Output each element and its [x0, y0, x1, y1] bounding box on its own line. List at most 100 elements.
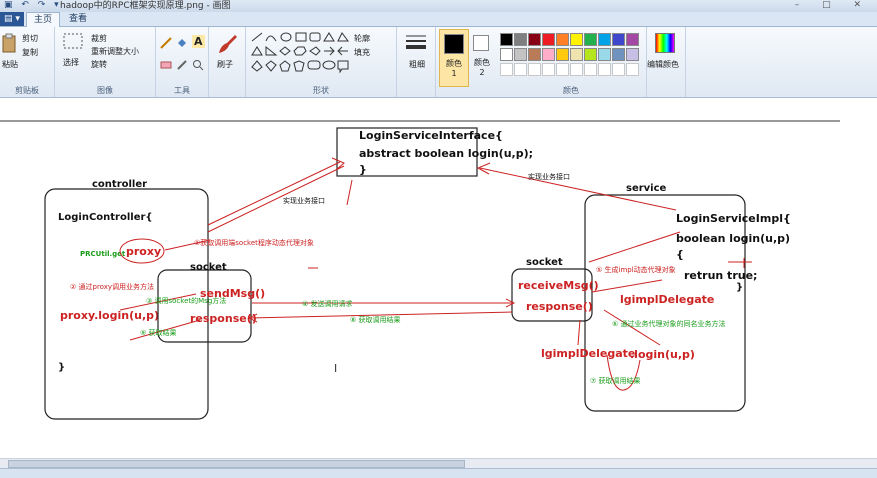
scrollbar-thumb[interactable]: [8, 460, 465, 468]
annotation-2: ② 通过proxy调用业务方法: [70, 282, 154, 291]
service-close-brace: }: [736, 282, 743, 293]
color1-label: 颜色 1: [446, 59, 462, 78]
size-label[interactable]: 粗细: [409, 59, 425, 70]
controller-title: controller: [92, 179, 147, 190]
annotation-4: ④ 发送调用请求: [302, 299, 353, 308]
custom-color-slot[interactable]: [598, 63, 611, 76]
custom-color-slot[interactable]: [528, 63, 541, 76]
color-swatch[interactable]: [598, 33, 611, 46]
custom-color-slot[interactable]: [570, 63, 583, 76]
color-swatch[interactable]: [514, 33, 527, 46]
color-swatch[interactable]: [542, 48, 555, 61]
rotate-button[interactable]: 旋转: [91, 59, 107, 70]
copy-button[interactable]: 复制: [22, 47, 38, 58]
interface-line2: abstract boolean login(u,p);: [359, 147, 533, 160]
interface-line1: LoginServiceInterface{: [359, 129, 503, 142]
size-lines-icon[interactable]: [405, 33, 427, 53]
receive-msg-text: receiveMsg(): [518, 279, 599, 292]
service-title: service: [626, 183, 667, 194]
brushes-label[interactable]: 刷子: [217, 59, 233, 70]
custom-color-slot[interactable]: [556, 63, 569, 76]
impl-label-left: 实现业务接口: [283, 196, 325, 205]
paste-icon[interactable]: [2, 33, 16, 55]
resize-button[interactable]: 重新调整大小: [91, 46, 139, 57]
proxy-text: proxy: [126, 245, 161, 258]
window-controls[interactable]: – □ ✕: [795, 0, 871, 10]
color-swatch[interactable]: [626, 33, 639, 46]
color-swatch[interactable]: [612, 48, 625, 61]
tab-view[interactable]: 查看: [62, 12, 94, 26]
crop-button[interactable]: 裁剪: [91, 33, 107, 44]
color-swatch[interactable]: [584, 33, 597, 46]
color-swatch[interactable]: [626, 48, 639, 61]
fill-icon[interactable]: [176, 37, 188, 49]
group-palette: 颜色: [496, 27, 647, 97]
fill-dropdown[interactable]: 填充: [354, 47, 370, 58]
color-swatch[interactable]: [556, 33, 569, 46]
response-right-text: response(): [526, 300, 593, 313]
color-picker-icon[interactable]: [176, 59, 188, 71]
tab-home[interactable]: 主页: [26, 12, 61, 27]
color-swatch[interactable]: [584, 48, 597, 61]
ribbon: 粘贴 剪切 复制 剪贴板 选择 裁剪 重新调整大小 旋转 图像 A 工具 刷子: [0, 27, 877, 98]
select-label[interactable]: 选择: [63, 57, 79, 68]
custom-color-slot[interactable]: [500, 63, 513, 76]
drawing-canvas[interactable]: LoginServiceInterface{ abstract boolean …: [0, 98, 877, 458]
horizontal-scrollbar[interactable]: [0, 458, 877, 468]
controller-close-brace: }: [58, 362, 65, 373]
color-swatch[interactable]: [514, 48, 527, 61]
color-swatch[interactable]: [528, 48, 541, 61]
annotation-8: ⑧ 获取调用结果: [350, 315, 401, 324]
custom-color-slot[interactable]: [626, 63, 639, 76]
group-label-tools: 工具: [174, 86, 190, 95]
window-title: hadoop中的RPC框架实现原理.png - 画图: [60, 1, 231, 11]
custom-color-slot[interactable]: [584, 63, 597, 76]
color-swatch[interactable]: [570, 33, 583, 46]
brush-icon[interactable]: [215, 33, 239, 55]
group-clipboard: 粘贴 剪切 复制 剪贴板: [0, 27, 55, 97]
color-swatch[interactable]: [556, 48, 569, 61]
group-size: 粗细: [397, 27, 436, 97]
service-method-text: boolean login(u,p): [676, 232, 790, 245]
annotation-7: ⑦ 获取调用结果: [590, 376, 641, 385]
quick-access-toolbar[interactable]: ▣ ↶ ↷ ▾: [4, 0, 62, 10]
magnifier-icon[interactable]: [192, 59, 204, 71]
pencil-icon[interactable]: [160, 37, 172, 49]
color-swatch[interactable]: [612, 33, 625, 46]
diagram-svg: LoginServiceInterface{ abstract boolean …: [0, 120, 840, 420]
custom-color-slot[interactable]: [612, 63, 625, 76]
cut-button[interactable]: 剪切: [22, 33, 38, 44]
interface-line3: }: [359, 163, 367, 176]
group-active-colors: 颜色 1 颜色 2: [436, 27, 496, 97]
eraser-icon[interactable]: [160, 59, 172, 71]
group-brushes: 刷子: [209, 27, 246, 97]
file-menu-button[interactable]: ▤ ▾: [0, 12, 24, 26]
outline-dropdown[interactable]: 轮廓: [354, 33, 370, 44]
color-swatch[interactable]: [500, 48, 513, 61]
color1-swatch: [444, 34, 464, 54]
text-tool-icon[interactable]: A: [192, 35, 205, 48]
shapes-gallery-icon[interactable]: [250, 31, 350, 73]
color-swatch[interactable]: [598, 48, 611, 61]
color2-selector[interactable]: 颜色 2: [470, 29, 494, 85]
color-swatch[interactable]: [542, 33, 555, 46]
select-icon[interactable]: [63, 33, 83, 49]
delegate-text-2: lgimplDelegate: [541, 347, 635, 360]
group-tools: A 工具: [156, 27, 209, 97]
color1-selector[interactable]: 颜色 1: [439, 29, 469, 87]
color-swatch[interactable]: [528, 33, 541, 46]
custom-color-slot[interactable]: [514, 63, 527, 76]
paste-label[interactable]: 粘贴: [2, 59, 18, 70]
color2-swatch: [473, 35, 489, 51]
custom-color-slot[interactable]: [542, 63, 555, 76]
edit-colors-icon[interactable]: [655, 33, 675, 53]
annotation-9: ⑨ 获取结果: [140, 328, 177, 337]
color-swatch[interactable]: [570, 48, 583, 61]
group-label-colors: 颜色: [563, 86, 579, 95]
proxy-call-text: proxy.login(u,p): [60, 309, 159, 322]
color-swatch[interactable]: [500, 33, 513, 46]
group-label-shapes: 形状: [313, 86, 329, 95]
group-image: 选择 裁剪 重新调整大小 旋转 图像: [55, 27, 156, 97]
socket-left-title: socket: [190, 262, 227, 273]
edit-colors-label[interactable]: 编辑颜色: [647, 59, 679, 70]
